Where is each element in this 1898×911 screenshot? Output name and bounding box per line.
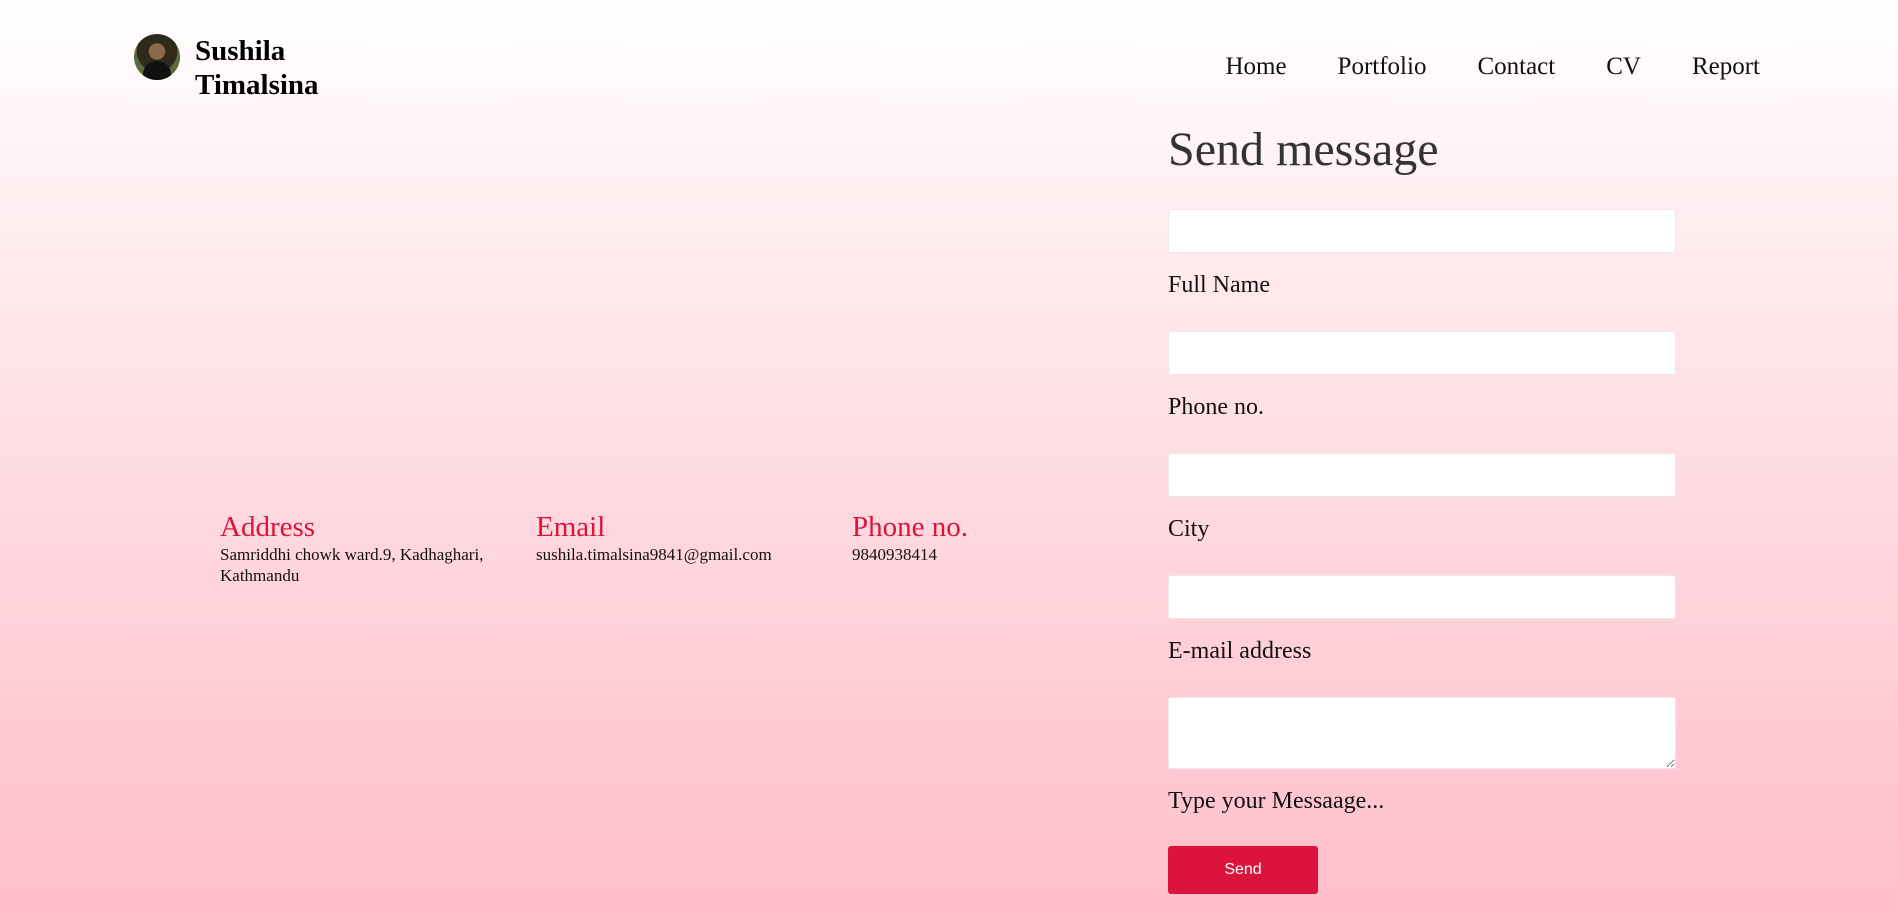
message-textarea[interactable] [1168,697,1676,769]
city-input[interactable] [1168,453,1676,497]
nav-report[interactable]: Report [1692,50,1760,84]
nav-portfolio[interactable]: Portfolio [1338,50,1427,84]
phone-block: Phone no. 9840938414 [852,510,1168,586]
phone-field: Phone no. [1168,331,1676,421]
brand-name-line1: Sushila [195,35,286,67]
full-name-label: Full Name [1168,272,1270,298]
brand-name: Sushila Timalsina [195,34,335,102]
message-field: Type your Messaage... [1168,697,1676,815]
address-value: Samriddhi chowk ward.9, Kadhaghari, Kath… [220,545,484,585]
email-field: E-mail address [1168,575,1676,665]
email-heading: Email [536,511,606,543]
send-button[interactable]: Send [1168,846,1318,894]
phone-value: 9840938414 [852,545,937,564]
email-block: Email sushila.timalsina9841@gmail.com [536,510,852,586]
email-input[interactable] [1168,575,1676,619]
main-nav: Home Portfolio Contact CV Report [1174,50,1760,84]
send-message-form: Send message Full Name Phone no. City E-… [1168,122,1676,894]
nav-home[interactable]: Home [1225,50,1286,84]
brand: Sushila Timalsina [134,34,335,102]
phone-label: Phone no. [1168,394,1264,420]
full-name-field: Full Name [1168,209,1676,299]
phone-input[interactable] [1168,331,1676,375]
nav-cv[interactable]: CV [1606,50,1641,84]
address-block: Address Samriddhi chowk ward.9, Kadhagha… [220,510,536,586]
address-heading: Address [220,511,316,543]
phone-heading: Phone no. [852,511,968,543]
contact-info: Address Samriddhi chowk ward.9, Kadhagha… [220,510,1168,586]
full-name-input[interactable] [1168,209,1676,253]
nav-contact[interactable]: Contact [1477,50,1555,84]
city-field: City [1168,453,1676,543]
avatar [134,34,180,80]
form-title: Send message [1168,123,1439,176]
brand-name-line2: Timalsina [195,69,319,101]
email-label: E-mail address [1168,638,1312,664]
message-label: Type your Messaage... [1168,788,1385,814]
city-label: City [1168,516,1210,542]
email-value: sushila.timalsina9841@gmail.com [536,545,772,564]
